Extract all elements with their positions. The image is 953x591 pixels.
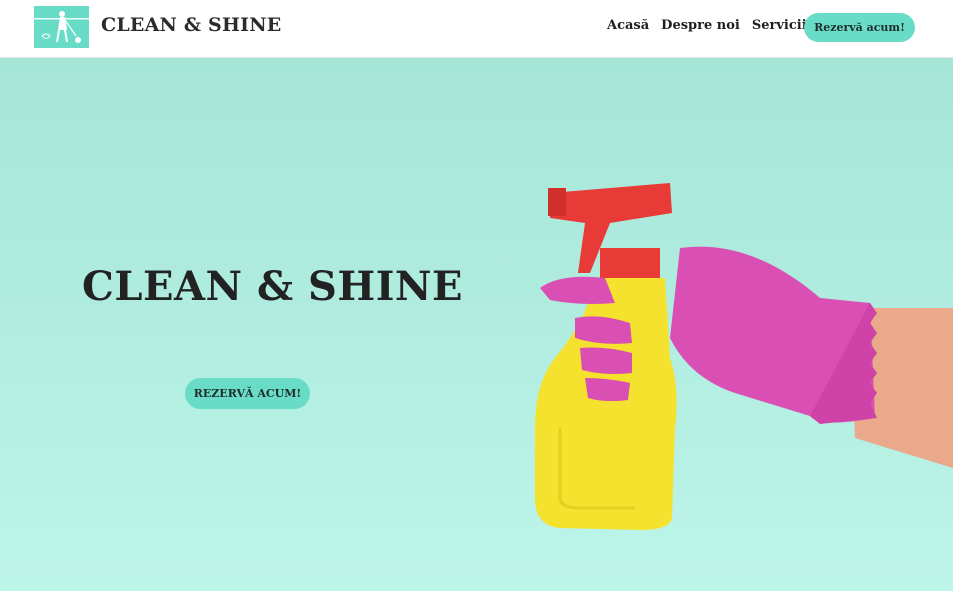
brand-name[interactable]: CLEAN & SHINE — [101, 14, 281, 36]
cleaning-person-logo-icon[interactable] — [34, 6, 89, 48]
main-nav: Acasă Despre noi Servicii — [607, 18, 807, 33]
hero-book-now-button[interactable]: REZERVĂ ACUM! — [185, 378, 310, 409]
nav-item-despre-noi[interactable]: Despre noi — [661, 18, 740, 33]
hero-section: CLEAN & SHINE REZERVĂ ACUM! — [0, 58, 953, 591]
spray-bottle-glove-image-icon — [535, 183, 953, 530]
site-header: CLEAN & SHINE Acasă Despre noi Servicii … — [0, 0, 953, 58]
nav-item-servicii[interactable]: Servicii — [752, 18, 807, 33]
hero-title: CLEAN & SHINE — [82, 263, 463, 310]
book-now-button[interactable]: Rezervă acum! — [804, 13, 915, 42]
nav-item-acasa[interactable]: Acasă — [607, 18, 649, 33]
